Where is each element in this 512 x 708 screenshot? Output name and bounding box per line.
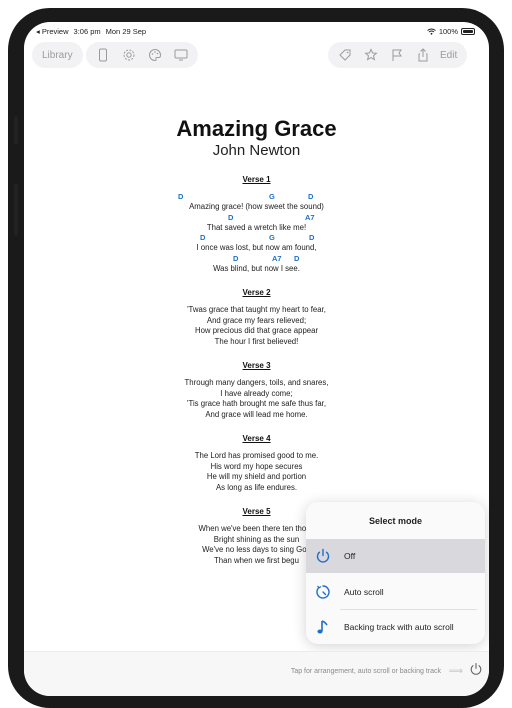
- lyric-line: As long as life endures.: [215, 482, 298, 492]
- song-title: Amazing Grace: [176, 116, 337, 141]
- verse-heading: Verse 1: [242, 175, 271, 184]
- verse-2: 'Twas grace that taught my heart to fear…: [24, 305, 489, 347]
- lyric-line: I have already come;: [220, 388, 293, 398]
- star-icon[interactable]: [358, 42, 384, 68]
- chord: D: [309, 233, 315, 242]
- song-author: John Newton: [212, 142, 301, 159]
- lyric-line: The hour I first believed!: [214, 336, 299, 346]
- lyric-line: Was blind, but now I see.: [213, 263, 300, 273]
- lyric-line: And grace will lead me home.: [205, 409, 308, 419]
- lyric-line: And grace my fears relieved;: [206, 315, 307, 325]
- chord: D: [308, 192, 314, 201]
- lyric-line: His word my hope secures: [210, 461, 303, 471]
- status-date: Mon 29 Sep: [105, 27, 147, 36]
- bottom-hint-text: Tap for arrangement, auto scroll or back…: [290, 668, 441, 675]
- lyric-line: I once was lost, but now am found,: [196, 243, 317, 252]
- mode-option-off[interactable]: Off: [306, 539, 485, 573]
- status-bar: ◂ Preview 3:06 pm Mon 29 Sep 100%: [24, 22, 489, 38]
- chord: D: [178, 192, 184, 201]
- auto-scroll-icon: [308, 584, 338, 600]
- chord: D: [294, 253, 300, 263]
- volume-down-button: [14, 184, 18, 236]
- select-mode-popover: Select mode Off Auto scroll Backing trac…: [306, 502, 485, 644]
- battery-icon: [461, 28, 475, 35]
- mode-option-label: Backing track with auto scroll: [344, 622, 454, 632]
- library-label: Library: [42, 49, 73, 61]
- chord: G: [269, 192, 275, 201]
- chord-line: D A7 D: [24, 254, 489, 264]
- flag-icon[interactable]: [384, 42, 410, 68]
- lyric-line: That saved a wretch like me!: [206, 222, 307, 232]
- mode-option-label: Off: [344, 551, 356, 561]
- lyric-line: 'Twas grace that taught my heart to fear…: [187, 305, 326, 314]
- mode-option-auto-scroll[interactable]: Auto scroll: [306, 575, 485, 609]
- arrow-right-icon: ⟹: [448, 666, 463, 677]
- left-tool-group: [86, 42, 198, 68]
- tag-icon[interactable]: [332, 42, 358, 68]
- chord: D: [233, 253, 239, 263]
- share-icon[interactable]: [410, 42, 436, 68]
- chord: A7: [305, 212, 315, 222]
- song-sheet: Amazing Grace John Newton Verse 1 D G D …: [24, 117, 489, 566]
- mode-option-backing-track[interactable]: Backing track with auto scroll: [306, 610, 485, 644]
- status-time: 3:06 pm: [73, 27, 101, 36]
- palette-icon[interactable]: [142, 42, 168, 68]
- chord: D: [228, 212, 234, 222]
- back-to-preview-link[interactable]: ◂ Preview: [36, 27, 69, 36]
- chord-line: D G D: [24, 192, 489, 202]
- verse-heading: Verse 4: [242, 434, 271, 443]
- verse-heading: Verse 2: [242, 288, 271, 297]
- bottom-bar[interactable]: Tap for arrangement, auto scroll or back…: [24, 651, 489, 696]
- verse-3: Through many dangers, toils, and snares,…: [24, 378, 489, 420]
- library-button[interactable]: Library: [32, 42, 83, 68]
- toolbar: Library Edit: [24, 42, 489, 70]
- lyric-line: How precious did that grace appear: [194, 326, 319, 335]
- lyric-line: He will my shield and portion: [206, 472, 307, 481]
- chord-line: D G D: [24, 233, 489, 243]
- lyric-line: The Lord has promised good to me.: [194, 451, 319, 460]
- power-icon[interactable]: [469, 662, 483, 681]
- wifi-icon: [427, 28, 436, 35]
- verse-4: The Lord has promised good to me. His wo…: [24, 451, 489, 493]
- verse-heading: Verse 3: [242, 361, 271, 370]
- music-note-icon: [308, 619, 338, 635]
- right-tool-group: Edit: [328, 42, 468, 68]
- battery-percent: 100%: [438, 27, 458, 36]
- lyric-line: Amazing grace! (how sweet the sound): [189, 202, 324, 211]
- volume-up-button: [14, 116, 18, 144]
- gear-icon[interactable]: [116, 42, 142, 68]
- lyric-line: Through many dangers, toils, and snares,: [184, 378, 329, 387]
- chord-line: D A7: [24, 213, 489, 223]
- display-icon[interactable]: [168, 42, 194, 68]
- mode-option-label: Auto scroll: [344, 587, 384, 597]
- power-icon: [308, 548, 338, 564]
- chord: D: [200, 233, 206, 242]
- chord: G: [269, 233, 275, 242]
- chord: A7: [272, 253, 282, 263]
- device-icon[interactable]: [90, 42, 116, 68]
- lyric-line: 'Tis grace hath brought me safe thus far…: [186, 399, 327, 408]
- edit-button[interactable]: Edit: [436, 50, 463, 61]
- popover-title: Select mode: [368, 516, 423, 526]
- app-screen: ◂ Preview 3:06 pm Mon 29 Sep 100% Librar…: [24, 22, 489, 696]
- verse-1: D G D Amazing grace! (how sweet the soun…: [24, 192, 489, 274]
